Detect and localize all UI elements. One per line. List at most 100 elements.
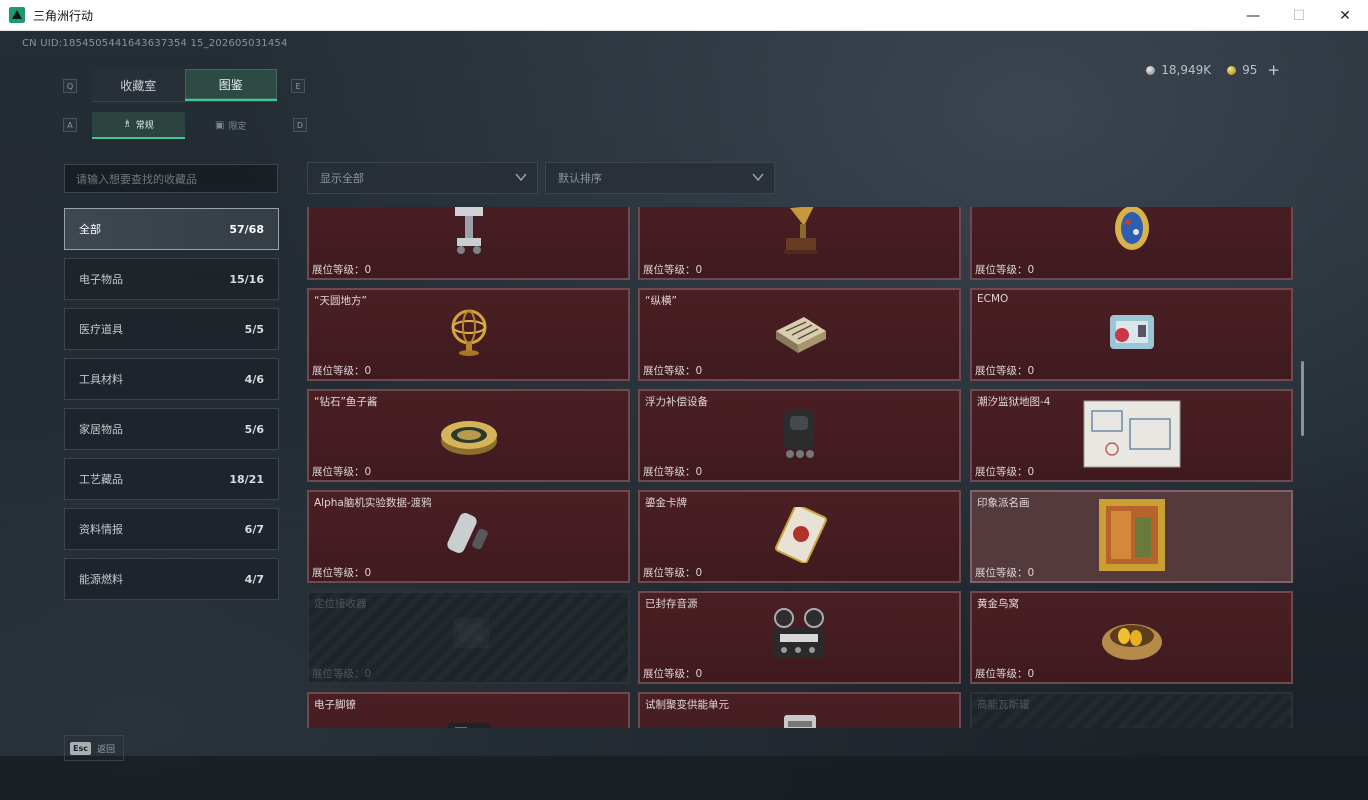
collection-item-card[interactable]: 电子脚镣 (307, 692, 630, 728)
key-hint-d: D (293, 118, 307, 132)
item-name: 鎏金卡牌 (645, 497, 687, 509)
window-titlebar: 三角洲行动 — ☐ ✕ (0, 0, 1368, 31)
chess-box-icon (770, 305, 830, 365)
item-display-level: 展位等级：0 (975, 567, 1035, 579)
tab-regular-label: 常规 (135, 121, 154, 131)
key-hint-a: A (63, 118, 77, 132)
prison-map-icon (1082, 399, 1182, 473)
gold-amount: 95 (1242, 63, 1258, 77)
item-name: 潮汐监狱地图-4 (977, 396, 1051, 408)
category-count: 6/7 (244, 522, 264, 536)
gramophone-icon (770, 207, 830, 264)
collection-item-card[interactable]: 印象派名画展位等级：0 (970, 490, 1293, 583)
item-name: “钻石”鱼子酱 (314, 396, 378, 408)
minimize-button[interactable]: — (1230, 0, 1276, 31)
item-display-level: 展位等级：0 (312, 668, 372, 680)
item-name: 黄金鸟窝 (977, 598, 1019, 610)
collection-item-card[interactable]: 展位等级：0 (638, 207, 961, 280)
collection-item-card[interactable]: 潮汐监狱地图-4 展位等级：0 (970, 389, 1293, 482)
collection-item-card[interactable]: Alpha脑机实验数据-渡鸦 展位等级：0 (307, 490, 630, 583)
item-display-level: 展位等级：0 (312, 567, 372, 579)
collection-item-card[interactable]: 定位接收器展位等级：0 (307, 591, 630, 684)
category-item[interactable]: 电子物品 15/16 (64, 258, 279, 300)
item-display-level: 展位等级：0 (975, 264, 1035, 276)
collection-item-card[interactable]: 黄金鸟窝 展位等级：0 (970, 591, 1293, 684)
item-display-level: 展位等级：0 (312, 264, 372, 276)
sub-tabs: ♗ 常规 ▣ 限定 (92, 112, 277, 139)
gold-coin-icon (1227, 65, 1237, 75)
item-display-level: 展位等级：0 (643, 567, 703, 579)
collection-item-card[interactable]: “钻石”鱼子酱 展位等级：0 (307, 389, 630, 482)
filter-dropdown[interactable]: 显示全部 (307, 162, 538, 194)
add-currency-button[interactable]: + (1267, 61, 1280, 79)
key-hint-q: Q (63, 79, 77, 93)
ecmo-machine-icon (1102, 305, 1162, 365)
bottom-bar (0, 756, 1368, 800)
category-label: 电子物品 (79, 273, 123, 286)
item-display-level: 展位等级：0 (643, 365, 703, 377)
caviar-tin-icon (439, 411, 499, 461)
back-button[interactable]: Esc 返回 (64, 735, 124, 761)
bcd-vest-icon (770, 406, 830, 466)
search-input[interactable]: 请输入想要查找的收藏品 (64, 164, 278, 193)
category-label: 工具材料 (79, 373, 123, 386)
tab-catalog[interactable]: 图鉴 (184, 69, 277, 101)
category-count: 15/16 (229, 272, 264, 286)
item-display-level: 展位等级：0 (312, 466, 372, 478)
tab-limited[interactable]: ▣ 限定 (185, 112, 278, 139)
item-name: “纵横” (645, 295, 677, 307)
collection-grid: 展位等级：0 展位等级：0 展位等级：0 “天圆地方” 展位等级：0 “纵横” 展位等级：0… (307, 207, 1294, 728)
collection-item-card[interactable]: “天圆地方” 展位等级：0 (307, 288, 630, 381)
jeweled-egg-icon (1102, 207, 1162, 264)
tab-collection-room[interactable]: 收藏室 (92, 69, 185, 101)
trophy-icon: ♗ (122, 119, 132, 130)
tab-limited-label: 限定 (228, 122, 247, 132)
framed-painting-icon (1097, 497, 1167, 577)
collection-item-card[interactable]: 试制聚变供能单元 (638, 692, 961, 728)
key-hint-e: E (291, 79, 305, 93)
category-label: 能源燃料 (79, 573, 123, 586)
category-label: 家居物品 (79, 423, 123, 436)
data-canister-icon (439, 507, 499, 567)
close-button[interactable]: ✕ (1322, 0, 1368, 31)
category-item[interactable]: 医疗道具 5/5 (64, 308, 279, 350)
item-name: 浮力补偿设备 (645, 396, 708, 408)
tab-regular[interactable]: ♗ 常规 (92, 112, 185, 139)
item-name: 定位接收器 (314, 598, 367, 610)
maximize-button[interactable]: ☐ (1276, 0, 1322, 31)
item-name: 印象派名画 (977, 497, 1030, 509)
category-count: 18/21 (229, 472, 264, 486)
collection-item-card[interactable]: 高能瓦斯罐 (970, 692, 1293, 728)
item-display-level: 展位等级：0 (643, 466, 703, 478)
collection-item-card[interactable]: “纵横” 展位等级：0 (638, 288, 961, 381)
category-item[interactable]: 资料情报 6/7 (64, 508, 279, 550)
robot-arm-icon (439, 207, 499, 264)
tape-recorder-icon (770, 607, 830, 668)
category-label: 医疗道具 (79, 323, 123, 336)
collection-item-card[interactable]: 鎏金卡牌展位等级：0 (638, 490, 961, 583)
category-item[interactable]: 工具材料 4/6 (64, 358, 279, 400)
esc-key-icon: Esc (70, 741, 91, 755)
collection-item-card[interactable]: 已封存音源 展位等级：0 (638, 591, 961, 684)
main-tabs: 收藏室 图鉴 (92, 69, 277, 102)
category-item[interactable]: 全部 57/68 (64, 208, 279, 250)
grid-scrollbar[interactable] (1301, 361, 1304, 436)
collection-item-card[interactable]: ECMO 展位等级：0 (970, 288, 1293, 381)
item-name: ECMO (977, 293, 1009, 305)
category-label: 工艺藏品 (79, 473, 123, 486)
collection-item-card[interactable]: 展位等级：0 (970, 207, 1293, 280)
item-name: 试制聚变供能单元 (645, 699, 729, 711)
collection-item-card[interactable]: 展位等级：0 (307, 207, 630, 280)
item-display-level: 展位等级：0 (643, 264, 703, 276)
box-icon: ▣ (215, 120, 225, 131)
sort-dropdown[interactable]: 默认排序 (545, 162, 775, 194)
armillary-sphere-icon (439, 305, 499, 365)
category-item[interactable]: 家居物品 5/6 (64, 408, 279, 450)
app-logo-icon (9, 7, 25, 23)
category-count: 57/68 (229, 222, 264, 236)
collection-item-card[interactable]: 浮力补偿设备 展位等级：0 (638, 389, 961, 482)
category-item[interactable]: 能源燃料 4/7 (64, 558, 279, 600)
category-item[interactable]: 工艺藏品 18/21 (64, 458, 279, 500)
category-count: 5/5 (244, 322, 264, 336)
category-count: 5/6 (244, 422, 264, 436)
